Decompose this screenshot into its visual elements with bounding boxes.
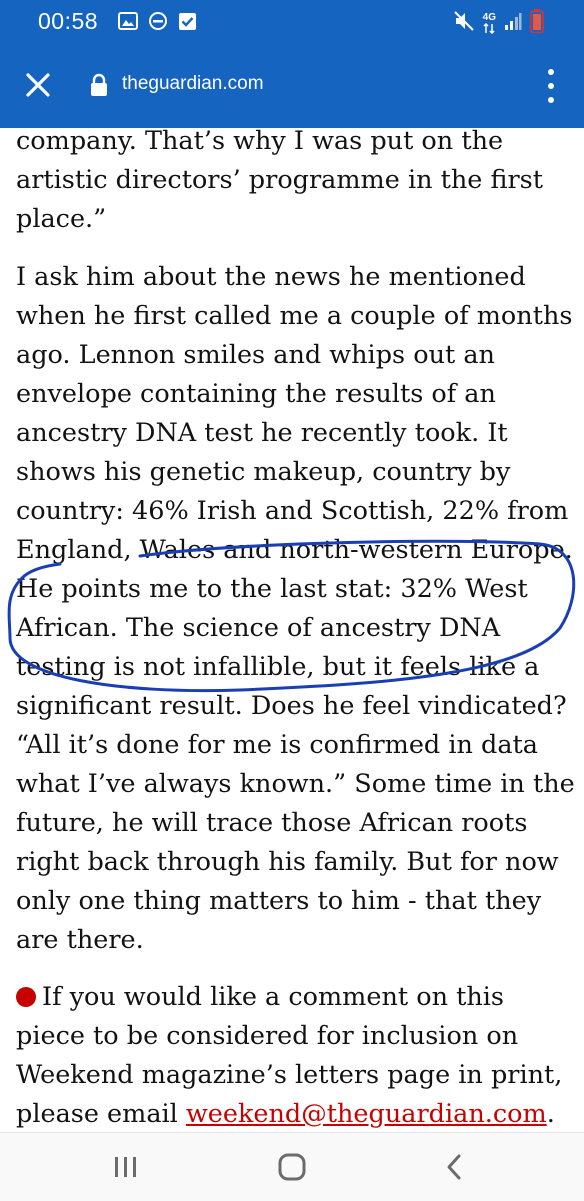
close-icon[interactable] xyxy=(24,71,52,99)
article-body: company. That’s why I was put on the art… xyxy=(0,128,584,1132)
battery-icon xyxy=(530,9,544,38)
overflow-menu-icon[interactable] xyxy=(546,69,556,103)
do-not-disturb-icon xyxy=(148,11,168,36)
browser-toolbar: theguardian.com xyxy=(0,42,584,128)
letters-note: If you would like a comment on this piec… xyxy=(16,978,576,1132)
lock-icon xyxy=(90,73,108,102)
system-icons: 4G xyxy=(453,9,544,38)
android-navigation-bar xyxy=(0,1132,584,1201)
email-link[interactable]: weekend@theguardian.com xyxy=(186,1099,547,1129)
back-icon[interactable] xyxy=(424,1147,484,1187)
status-time: 00:58 xyxy=(38,8,99,34)
notification-icons xyxy=(118,11,197,36)
menu-dot xyxy=(548,83,554,89)
signal-icon xyxy=(504,11,522,36)
paragraph-2: I ask him about the news he mentioned wh… xyxy=(16,262,575,955)
image-icon xyxy=(118,12,138,35)
letters-note-end: . xyxy=(546,1099,555,1129)
paragraph-1: company. That’s why I was put on the art… xyxy=(16,128,544,234)
menu-dot xyxy=(548,97,554,103)
bullet-dot-icon xyxy=(16,987,36,1007)
check-box-icon xyxy=(178,12,197,36)
network-type: 4G xyxy=(483,13,496,34)
mute-icon xyxy=(453,10,475,37)
url-display[interactable]: theguardian.com xyxy=(122,73,264,95)
recent-apps-icon[interactable] xyxy=(96,1147,156,1187)
menu-dot xyxy=(548,69,554,75)
status-bar: 00:58 4G xyxy=(0,0,584,42)
home-icon[interactable] xyxy=(262,1147,322,1187)
